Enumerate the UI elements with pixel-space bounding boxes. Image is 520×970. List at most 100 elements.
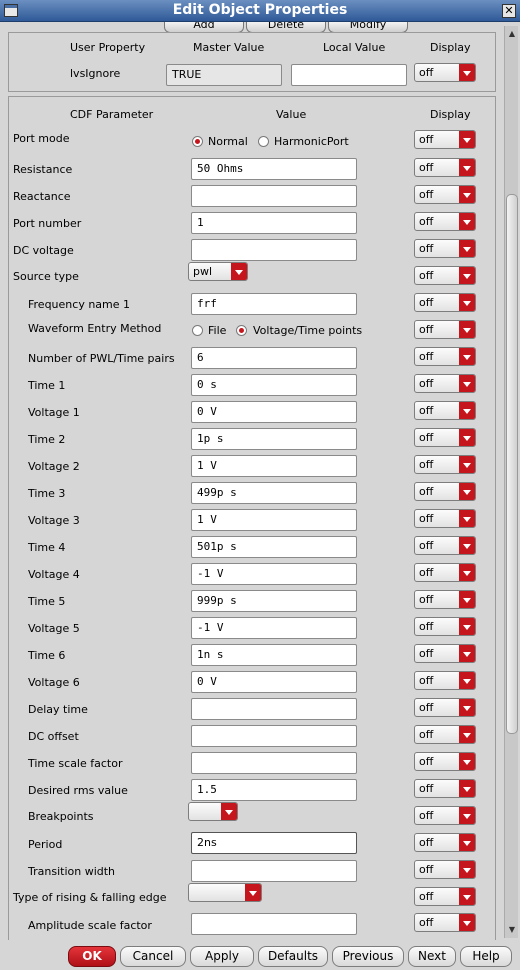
pair-display-select[interactable]: off: [414, 509, 476, 528]
pair-label: Time 1: [28, 379, 66, 392]
pair-label: Time 6: [28, 649, 66, 662]
pair-display-select[interactable]: off: [414, 671, 476, 690]
select-value: off: [419, 539, 434, 552]
pair-display-select[interactable]: off: [414, 644, 476, 663]
pair-field[interactable]: 999p s: [191, 590, 357, 612]
pair-field[interactable]: 499p s: [191, 482, 357, 504]
help-button[interactable]: Help: [460, 946, 512, 967]
select-value: off: [419, 133, 434, 146]
select-value: off: [419, 485, 434, 498]
user-display-select[interactable]: off: [414, 63, 476, 82]
apply-button[interactable]: Apply: [190, 946, 254, 967]
resistance-display-select[interactable]: off: [414, 158, 476, 177]
breakpoints-label: Breakpoints: [28, 810, 94, 823]
close-icon[interactable]: ✕: [502, 4, 516, 18]
transition-width-field[interactable]: [191, 860, 357, 882]
delay-time-field[interactable]: [191, 698, 357, 720]
scrollbar-thumb[interactable]: [506, 194, 518, 734]
pair-field[interactable]: 501p s: [191, 536, 357, 558]
select-value: off: [419, 782, 434, 795]
pair-display-select[interactable]: off: [414, 455, 476, 474]
frequency-name-field[interactable]: frf: [191, 293, 357, 315]
previous-button[interactable]: Previous: [332, 946, 404, 967]
vertical-scrollbar[interactable]: ▲ ▼: [504, 26, 518, 938]
amplitude-scale-field[interactable]: [191, 913, 357, 935]
reactance-display-select[interactable]: off: [414, 185, 476, 204]
cancel-button[interactable]: Cancel: [120, 946, 186, 967]
edge-type-select[interactable]: [188, 883, 262, 902]
breakpoints-display-select[interactable]: off: [414, 806, 476, 825]
time-scale-display-select[interactable]: off: [414, 752, 476, 771]
chevron-down-icon: [459, 483, 475, 500]
pair-display-select[interactable]: off: [414, 536, 476, 555]
scroll-up-icon[interactable]: ▲: [506, 28, 518, 40]
period-display-select[interactable]: off: [414, 833, 476, 852]
source-type-label: Source type: [13, 270, 79, 283]
rms-value-field[interactable]: 1.5: [191, 779, 357, 801]
pair-field[interactable]: 1 V: [191, 509, 357, 531]
cdf-parameter-header: CDF Parameter: [70, 108, 154, 121]
port-mode-normal-radio[interactable]: [192, 136, 203, 147]
select-value: off: [419, 755, 434, 768]
local-value-field[interactable]: [291, 64, 407, 86]
dc-voltage-display-select[interactable]: off: [414, 239, 476, 258]
port-mode-harmonic-radio[interactable]: [258, 136, 269, 147]
pair-label: Voltage 6: [28, 676, 80, 689]
scroll-down-icon[interactable]: ▼: [506, 924, 518, 936]
chevron-down-icon: [459, 591, 475, 608]
edge-type-display-select[interactable]: off: [414, 887, 476, 906]
reactance-field[interactable]: [191, 185, 357, 207]
time-scale-field[interactable]: [191, 752, 357, 774]
pair-field[interactable]: 1 V: [191, 455, 357, 477]
dc-offset-field[interactable]: [191, 725, 357, 747]
dc-voltage-field[interactable]: [191, 239, 357, 261]
transition-display-select[interactable]: off: [414, 860, 476, 879]
pair-display-select[interactable]: off: [414, 563, 476, 582]
amplitude-scale-display-select[interactable]: off: [414, 913, 476, 932]
pair-display-select[interactable]: off: [414, 401, 476, 420]
waveform-display-select[interactable]: off: [414, 320, 476, 339]
source-type-display-select[interactable]: off: [414, 266, 476, 285]
ok-button[interactable]: OK: [68, 946, 116, 967]
waveform-file-radio[interactable]: [192, 325, 203, 336]
rms-display-select[interactable]: off: [414, 779, 476, 798]
breakpoints-select[interactable]: [188, 802, 238, 821]
port-number-display-select[interactable]: off: [414, 212, 476, 231]
user-property-name: lvsIgnore: [70, 67, 121, 80]
port-mode-display-select[interactable]: off: [414, 130, 476, 149]
waveform-voltage-time-radio[interactable]: [236, 325, 247, 336]
select-value: off: [419, 161, 434, 174]
chevron-down-icon: [459, 131, 475, 148]
pair-field[interactable]: 1n s: [191, 644, 357, 666]
period-field[interactable]: 2ns: [191, 832, 357, 854]
select-value: off: [419, 728, 434, 741]
dc-offset-display-select[interactable]: off: [414, 725, 476, 744]
frequency-name-display-select[interactable]: off: [414, 293, 476, 312]
num-pairs-field[interactable]: 6: [191, 347, 357, 369]
pair-field[interactable]: -1 V: [191, 563, 357, 585]
pair-field[interactable]: -1 V: [191, 617, 357, 639]
pair-display-select[interactable]: off: [414, 617, 476, 636]
resistance-field[interactable]: 50 Ohms: [191, 158, 357, 180]
delay-time-display-select[interactable]: off: [414, 698, 476, 717]
port-number-label: Port number: [13, 217, 82, 230]
master-value-header: Master Value: [193, 41, 265, 54]
port-number-field[interactable]: 1: [191, 212, 357, 234]
pair-display-select[interactable]: off: [414, 482, 476, 501]
defaults-button[interactable]: Defaults: [258, 946, 328, 967]
select-value: off: [419, 701, 434, 714]
resistance-label: Resistance: [13, 163, 73, 176]
next-button[interactable]: Next: [408, 946, 456, 967]
pair-display-select[interactable]: off: [414, 590, 476, 609]
pair-field[interactable]: 0 s: [191, 374, 357, 396]
num-pairs-display-select[interactable]: off: [414, 347, 476, 366]
amplitude-scale-label: Amplitude scale factor: [28, 919, 152, 932]
cdf-display-header: Display: [430, 108, 471, 121]
pair-field[interactable]: 0 V: [191, 671, 357, 693]
period-label: Period: [28, 838, 63, 851]
pair-display-select[interactable]: off: [414, 428, 476, 447]
pair-field[interactable]: 0 V: [191, 401, 357, 423]
source-type-select[interactable]: pwl: [188, 262, 248, 281]
pair-display-select[interactable]: off: [414, 374, 476, 393]
pair-field[interactable]: 1p s: [191, 428, 357, 450]
